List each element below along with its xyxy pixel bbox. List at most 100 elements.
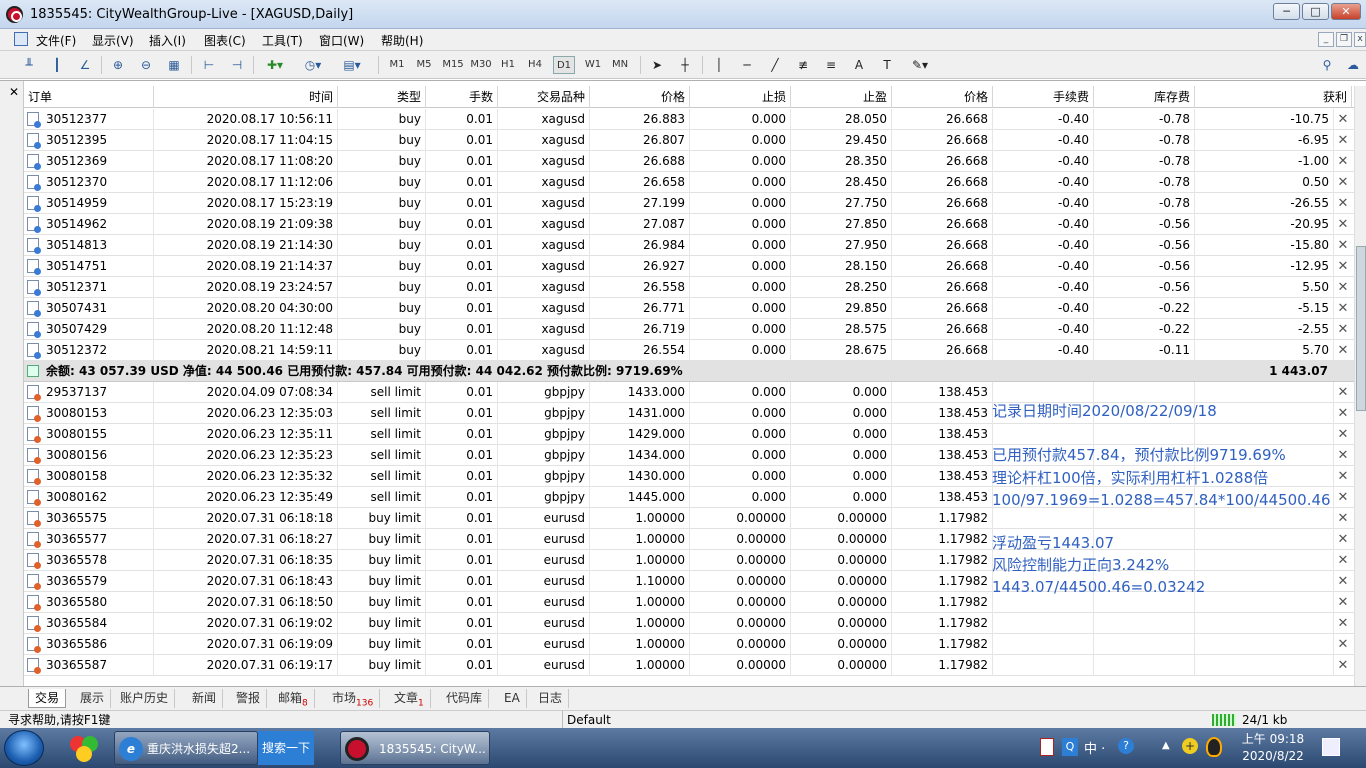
- shapes-icon[interactable]: ✎▾: [904, 55, 936, 75]
- menu-window[interactable]: 窗口(W): [319, 32, 364, 49]
- candlestick-icon[interactable]: ┃: [46, 55, 68, 75]
- clock[interactable]: 上午 09:18 2020/8/22: [1238, 731, 1308, 765]
- close-order-icon[interactable]: ✕: [1334, 529, 1352, 550]
- close-order-icon[interactable]: ✕: [1334, 172, 1352, 193]
- table-row[interactable]: 30514813 2020.08.19 21:14:30 buy 0.01 xagusd…: [24, 235, 1354, 256]
- tf-m5[interactable]: M5: [413, 56, 435, 74]
- close-order-icon[interactable]: ✕: [1334, 382, 1352, 403]
- close-order-icon[interactable]: ✕: [1334, 298, 1352, 319]
- ime-tray-icon[interactable]: 中 ·: [1084, 738, 1105, 757]
- close-order-icon[interactable]: ✕: [1334, 130, 1352, 151]
- close-button[interactable]: ✕: [1331, 3, 1361, 20]
- col-profit[interactable]: 获利: [1195, 86, 1352, 108]
- mdi-restore-button[interactable]: ❐: [1336, 32, 1352, 47]
- col-tp[interactable]: 止盈: [791, 86, 892, 108]
- minimize-button[interactable]: ─: [1273, 3, 1300, 20]
- col-sl[interactable]: 止损: [690, 86, 791, 108]
- table-row[interactable]: 30512371 2020.08.19 23:24:57 buy 0.01 xagusd…: [24, 277, 1354, 298]
- col-commission[interactable]: 手续费: [993, 86, 1094, 108]
- close-order-icon[interactable]: ✕: [1334, 466, 1352, 487]
- cursor-icon[interactable]: ➤: [646, 55, 668, 75]
- table-row[interactable]: 29537137 2020.04.09 07:08:34 sell limit 0.0…: [24, 382, 1354, 403]
- auto-scroll-icon[interactable]: ⊢: [198, 55, 220, 75]
- menu-file[interactable]: 文件(F): [36, 32, 76, 49]
- col-time[interactable]: 时间: [154, 86, 338, 108]
- close-order-icon[interactable]: ✕: [1334, 508, 1352, 529]
- chat-icon[interactable]: ☁: [1342, 55, 1364, 75]
- table-row[interactable]: 30080155 2020.06.23 12:35:11 sell limit 0.0…: [24, 424, 1354, 445]
- tf-h4[interactable]: H4: [524, 56, 546, 74]
- close-order-icon[interactable]: ✕: [1334, 193, 1352, 214]
- tf-m1[interactable]: M1: [386, 56, 408, 74]
- menu-view[interactable]: 显示(V): [92, 32, 134, 49]
- action-center-icon[interactable]: [1322, 738, 1340, 756]
- close-order-icon[interactable]: ✕: [1334, 319, 1352, 340]
- table-row[interactable]: 30507429 2020.08.20 11:12:48 buy 0.01 xagusd…: [24, 319, 1354, 340]
- tile-windows-icon[interactable]: ▦: [163, 55, 185, 75]
- tray-arrow-icon[interactable]: ▲: [1162, 740, 1170, 751]
- horizontal-line-icon[interactable]: ─: [736, 55, 758, 75]
- tab-7[interactable]: 文章1: [388, 689, 431, 708]
- table-row[interactable]: 30514959 2020.08.17 15:23:19 buy 0.01 xagusd…: [24, 193, 1354, 214]
- crosshair-icon[interactable]: ┼: [674, 55, 696, 75]
- tab-3[interactable]: 新闻: [186, 689, 224, 708]
- tab-1[interactable]: 展示: [74, 689, 112, 708]
- vertical-line-icon[interactable]: │: [708, 55, 730, 75]
- tab-0[interactable]: 交易: [28, 689, 67, 708]
- close-order-icon[interactable]: ✕: [1334, 277, 1352, 298]
- tf-m15[interactable]: M15: [440, 56, 466, 74]
- close-order-icon[interactable]: ✕: [1334, 235, 1352, 256]
- table-row[interactable]: 30365584 2020.07.31 06:19:02 buy limit 0.01…: [24, 613, 1354, 634]
- vertical-scrollbar[interactable]: [1354, 86, 1366, 687]
- taskbar-mt4-window[interactable]: 1835545: CityW...: [340, 731, 490, 765]
- menu-tools[interactable]: 工具(T): [262, 32, 303, 49]
- col-order[interactable]: 订单: [24, 86, 154, 108]
- scrollbar-thumb[interactable]: [1356, 246, 1366, 411]
- tab-4[interactable]: 警报: [230, 689, 268, 708]
- table-row[interactable]: 30365587 2020.07.31 06:19:17 buy limit 0.01…: [24, 655, 1354, 676]
- colorful-app-icon[interactable]: [66, 732, 102, 764]
- close-order-icon[interactable]: ✕: [1334, 340, 1352, 361]
- menu-insert[interactable]: 插入(I): [149, 32, 186, 49]
- close-order-icon[interactable]: ✕: [1334, 256, 1352, 277]
- chart-window-icon[interactable]: [14, 32, 28, 46]
- table-row[interactable]: 30365577 2020.07.31 06:18:27 buy limit 0.01…: [24, 529, 1354, 550]
- table-row[interactable]: 30514751 2020.08.19 21:14:37 buy 0.01 xagusd…: [24, 256, 1354, 277]
- start-button[interactable]: [4, 730, 44, 766]
- qq-tray-icon[interactable]: [1206, 737, 1222, 757]
- text-label-icon[interactable]: T: [876, 55, 898, 75]
- pdf-tray-icon[interactable]: [1040, 738, 1054, 756]
- col-cur-price[interactable]: 价格: [892, 86, 993, 108]
- close-order-icon[interactable]: ✕: [1334, 445, 1352, 466]
- tab-9[interactable]: EA: [498, 689, 527, 708]
- table-row[interactable]: 30512372 2020.08.21 14:59:11 buy 0.01 xagusd…: [24, 340, 1354, 361]
- col-symbol[interactable]: 交易品种: [498, 86, 590, 108]
- tab-10[interactable]: 日志: [532, 689, 570, 708]
- tab-5[interactable]: 邮箱8: [272, 689, 315, 708]
- chart-shift-icon[interactable]: ⊣: [226, 55, 248, 75]
- col-volume[interactable]: 手数: [426, 86, 498, 108]
- tf-mn[interactable]: MN: [608, 56, 632, 74]
- tab-8[interactable]: 代码库: [440, 689, 490, 708]
- line-chart-icon[interactable]: ∠: [74, 55, 96, 75]
- table-row[interactable]: 30512377 2020.08.17 10:56:11 buy 0.01 xagusd…: [24, 109, 1354, 130]
- channel-icon[interactable]: ≢: [792, 55, 814, 75]
- text-icon[interactable]: A: [848, 55, 870, 75]
- close-order-icon[interactable]: ✕: [1334, 592, 1352, 613]
- close-order-icon[interactable]: ✕: [1334, 571, 1352, 592]
- fibonacci-icon[interactable]: ≡: [820, 55, 842, 75]
- close-order-icon[interactable]: ✕: [1334, 655, 1352, 676]
- close-order-icon[interactable]: ✕: [1334, 424, 1352, 445]
- col-price[interactable]: 价格: [590, 86, 690, 108]
- search-button[interactable]: 搜索一下: [258, 731, 314, 765]
- periods-icon[interactable]: ◷▾: [298, 55, 328, 75]
- mdi-close-button[interactable]: x: [1354, 32, 1366, 47]
- col-type[interactable]: 类型: [338, 86, 426, 108]
- table-row[interactable]: 30512369 2020.08.17 11:08:20 buy 0.01 xagusd…: [24, 151, 1354, 172]
- zoom-out-icon[interactable]: ⊖: [135, 55, 157, 75]
- q-tray-icon[interactable]: Q: [1062, 738, 1078, 756]
- table-row[interactable]: 30512395 2020.08.17 11:04:15 buy 0.01 xagusd…: [24, 130, 1354, 151]
- close-order-icon[interactable]: ✕: [1334, 550, 1352, 571]
- terminal-close-icon[interactable]: ✕: [9, 85, 19, 99]
- table-row[interactable]: 30365586 2020.07.31 06:19:09 buy limit 0.01…: [24, 634, 1354, 655]
